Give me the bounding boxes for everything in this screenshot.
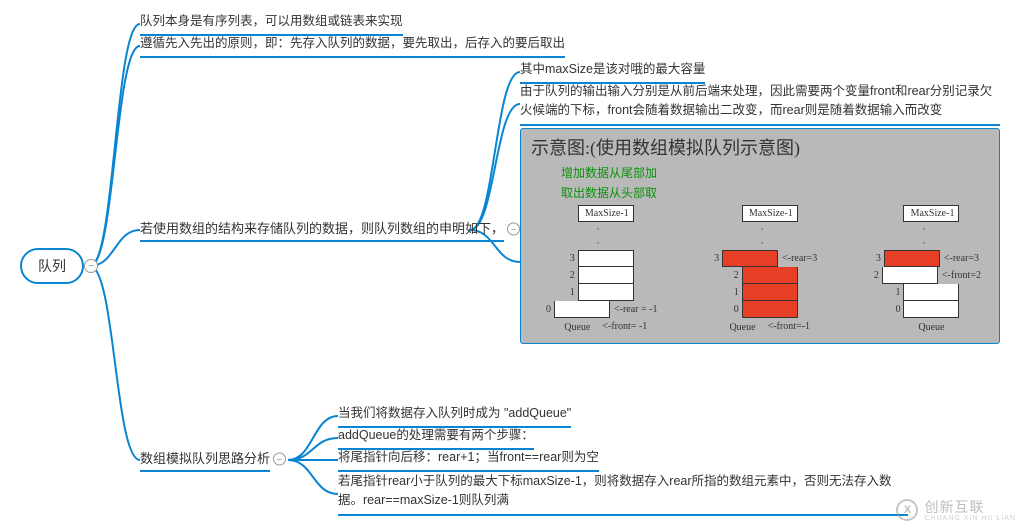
leaf-n3b: 由于队列的输出输入分别是从前后端来处理，因此需要两个变量front和rear分别… bbox=[520, 82, 1000, 126]
leaf-n3a: 其中maxSize是该对哦的最大容量 bbox=[520, 60, 705, 84]
branch-n3-label: 若使用数组的结构来存储队列的数据，则队列数组的申明如下， bbox=[140, 221, 504, 236]
leaf-n4d: 若尾指针rear小于队列的最大下标maxSize-1，则将数据存入rear所指的… bbox=[338, 472, 908, 516]
leaf-n1: 队列本身是有序列表，可以用数组或链表来实现 bbox=[140, 12, 403, 36]
leaf-n4b: addQueue的处理需要有两个步骤： bbox=[338, 426, 534, 450]
root-label: 队列 bbox=[38, 256, 66, 276]
collapse-icon[interactable]: − bbox=[273, 453, 286, 466]
diagram-note1: 增加数据从尾部加 bbox=[531, 165, 989, 181]
diagram-title: 示意图:(使用数组模拟队列示意图) bbox=[531, 135, 989, 163]
queue-1: MaxSize-1 · · 3 2 1 0<-rear = -1 Queue<-… bbox=[539, 205, 657, 335]
leaf-n2: 遵循先入先出的原则，即：先存入队列的数据，要先取出，后存入的要后取出 bbox=[140, 34, 565, 58]
watermark-brand: 创新互联 bbox=[924, 497, 1016, 517]
branch-n3[interactable]: 若使用数组的结构来存储队列的数据，则队列数组的申明如下， − bbox=[140, 218, 504, 242]
watermark-sub: CHUANG XIN HU LIAN bbox=[924, 515, 1016, 522]
collapse-icon[interactable]: − bbox=[507, 223, 520, 236]
branch-n4-label: 数组模拟队列思路分析 bbox=[140, 451, 270, 466]
leaf-n4a: 当我们将数据存入队列时成为 "addQueue" bbox=[338, 404, 571, 428]
watermark: X 创新互联 CHUANG XIN HU LIAN bbox=[896, 497, 1016, 522]
diagram-note2: 取出数据从头部取 bbox=[531, 185, 989, 201]
queue-3: MaxSize-1 · · 3<-rear=3 2<-front=2 1 0 Q… bbox=[867, 205, 981, 335]
leaf-n4c: 将尾指针向后移：rear+1；当front==rear则为空 bbox=[338, 448, 599, 472]
logo-icon: X bbox=[896, 499, 918, 521]
root-node[interactable]: 队列 − bbox=[20, 248, 84, 284]
branch-n4[interactable]: 数组模拟队列思路分析 − bbox=[140, 448, 270, 472]
collapse-icon[interactable]: − bbox=[84, 259, 98, 273]
queue-2: MaxSize-1 · · 3<-rear=3 2 1 0 Queue<-fro… bbox=[707, 205, 817, 335]
queue-diagram: 示意图:(使用数组模拟队列示意图) 增加数据从尾部加 取出数据从头部取 MaxS… bbox=[520, 128, 1000, 347]
